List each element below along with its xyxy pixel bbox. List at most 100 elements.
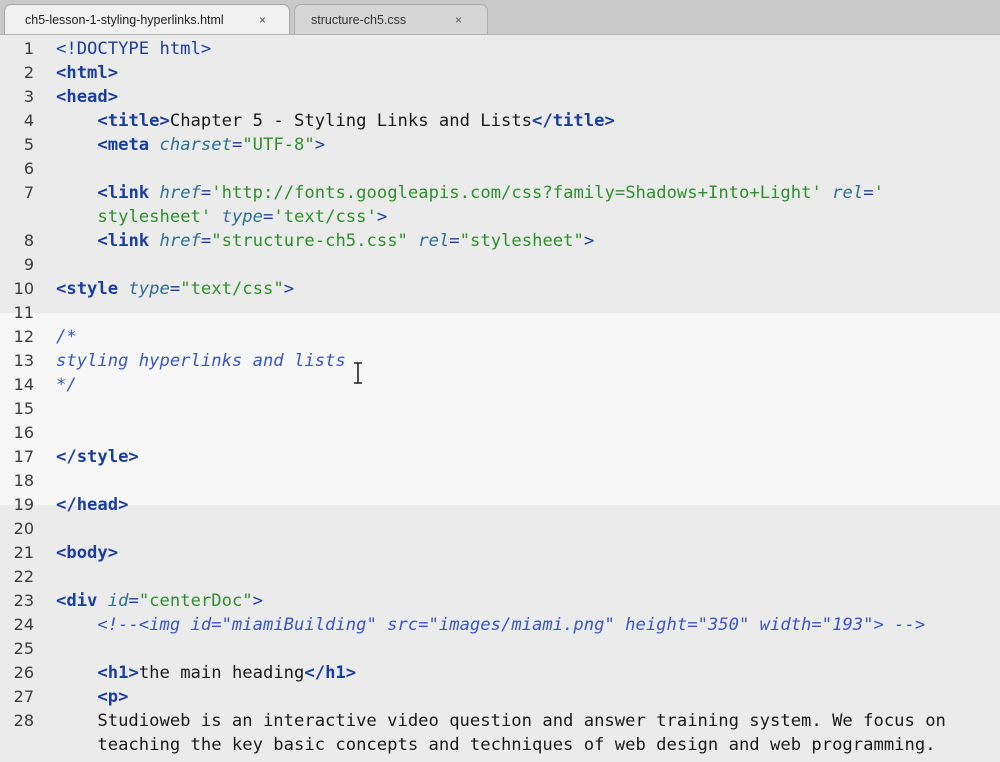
code-token: = (263, 207, 274, 227)
code-token: Studioweb is an interactive video questi… (56, 711, 946, 731)
code-token: </title> (532, 111, 615, 131)
code-text: </head> (56, 493, 128, 517)
code-line[interactable]: 16 (0, 421, 1000, 445)
code-line[interactable]: 5 <meta charset="UTF-8"> (0, 133, 1000, 157)
code-text: stylesheet' type='text/css'> (56, 205, 387, 229)
code-token: > (314, 135, 326, 155)
line-number: 8 (23, 231, 34, 250)
code-line[interactable]: 25 (0, 637, 1000, 661)
code-editor[interactable]: 1 <!DOCTYPE html> 2 <html> 3 <head> 4 <title>C… (0, 35, 1000, 762)
line-number: 14 (13, 375, 34, 394)
tab-ch5-lesson-html[interactable]: ch5-lesson-1-styling-hyperlinks.html × (4, 4, 290, 34)
code-token: > (583, 231, 595, 251)
code-token: <html> (56, 63, 119, 83)
code-text: </style> (56, 445, 139, 469)
code-line[interactable]: 10 <style type="text/css"> (0, 277, 1000, 301)
tab-structure-css[interactable]: structure-ch5.css × (294, 4, 488, 34)
code-token: <!DOCTYPE html> (56, 39, 212, 59)
line-number: 13 (13, 351, 34, 370)
code-token: <link (97, 231, 150, 251)
code-text: <link href='http://fonts.googleapis.com/… (56, 181, 884, 205)
line-number: 16 (13, 423, 34, 442)
code-line[interactable]: 14 */ (0, 373, 1000, 397)
code-line[interactable]: 17 </style> (0, 445, 1000, 469)
code-token: "centerDoc" (138, 591, 253, 611)
code-token: <body> (56, 543, 119, 563)
code-line[interactable]: 21 <body> (0, 541, 1000, 565)
code-line[interactable]: 7 <link href='http://fonts.googleapis.co… (0, 181, 1000, 205)
code-token: > (376, 207, 388, 227)
code-line[interactable]: 9 (0, 253, 1000, 277)
code-text: <html> (56, 61, 118, 85)
code-line[interactable]: 26 <h1>the main heading</h1> (0, 661, 1000, 685)
code-token: </h1> (304, 663, 357, 683)
code-text: <head> (56, 85, 118, 109)
code-token: = (200, 183, 212, 203)
code-token: type (128, 279, 170, 299)
line-number: 28 (13, 711, 34, 730)
code-line[interactable]: 1 <!DOCTYPE html> (0, 37, 1000, 61)
line-number: 9 (23, 255, 34, 274)
code-token: <!--<img id="miamiBuilding" src="images/… (97, 615, 926, 635)
line-number: 4 (23, 111, 34, 130)
code-line[interactable]: 3 <head> (0, 85, 1000, 109)
code-text: teaching the key basic concepts and tech… (56, 733, 935, 757)
code-token: "structure-ch5.css" (211, 231, 408, 251)
code-line[interactable]: 23 <div id="centerDoc"> (0, 589, 1000, 613)
code-line[interactable]: 12 /* (0, 325, 1000, 349)
close-tab-icon[interactable]: × (455, 13, 462, 27)
code-text: Studioweb is an interactive video questi… (56, 709, 946, 733)
code-line[interactable]: 6 (0, 157, 1000, 181)
code-text: <div id="centerDoc"> (56, 589, 263, 613)
code-line[interactable]: 13 styling hyperlinks and lists (0, 349, 1000, 373)
code-token: = (200, 231, 212, 251)
code-line[interactable]: 15 (0, 397, 1000, 421)
line-number: 26 (13, 663, 34, 682)
code-token: */ (56, 375, 77, 395)
code-token: <link (97, 183, 150, 203)
code-line[interactable]: 19 </head> (0, 493, 1000, 517)
close-tab-icon[interactable]: × (259, 13, 266, 27)
code-token: </head> (56, 495, 129, 515)
code-token: = (128, 591, 139, 611)
code-line[interactable]: teaching the key basic concepts and tech… (0, 733, 1000, 757)
code-text: <title>Chapter 5 - Styling Links and Lis… (56, 109, 615, 133)
line-number: 21 (13, 543, 34, 562)
code-line[interactable]: 4 <title>Chapter 5 - Styling Links and L… (0, 109, 1000, 133)
line-number: 19 (13, 495, 34, 514)
code-text: <!DOCTYPE html> (56, 37, 211, 61)
code-token: <head> (56, 87, 119, 107)
line-number: 17 (13, 447, 34, 466)
code-token: charset (159, 135, 232, 155)
code-token: rel (832, 183, 864, 203)
code-token: = (863, 183, 874, 203)
line-number: 15 (13, 399, 34, 418)
code-line[interactable]: 11 (0, 301, 1000, 325)
code-line[interactable]: 20 (0, 517, 1000, 541)
code-token: "stylesheet" (459, 231, 584, 251)
code-line[interactable]: 24 <!--<img id="miamiBuilding" src="imag… (0, 613, 1000, 637)
code-text: <meta charset="UTF-8"> (56, 133, 325, 157)
code-line[interactable]: 8 <link href="structure-ch5.css" rel="st… (0, 229, 1000, 253)
code-line[interactable]: 22 (0, 565, 1000, 589)
code-line[interactable]: stylesheet' type='text/css'> (0, 205, 1000, 229)
code-text: <style type="text/css"> (56, 277, 294, 301)
code-token: > (283, 279, 295, 299)
code-line[interactable]: 18 (0, 469, 1000, 493)
line-number: 24 (13, 615, 34, 634)
code-line[interactable]: 28 Studioweb is an interactive video que… (0, 709, 1000, 733)
code-line[interactable]: 27 <p> (0, 685, 1000, 709)
code-line[interactable]: 2 <html> (0, 61, 1000, 85)
code-text: <!--<img id="miamiBuilding" src="images/… (56, 613, 925, 637)
line-number: 2 (23, 63, 34, 82)
code-token: <style (56, 279, 119, 299)
